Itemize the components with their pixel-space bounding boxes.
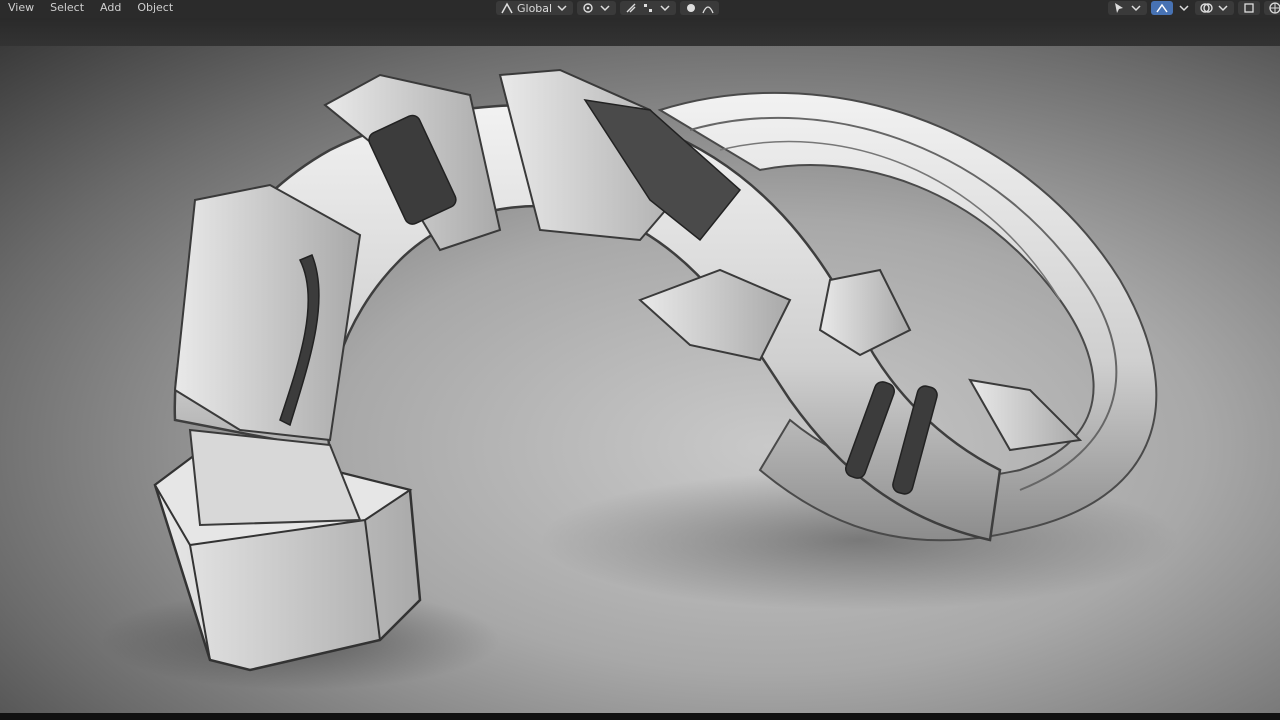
- xray-icon: [1244, 3, 1254, 13]
- scene-render: [100, 68, 1180, 690]
- falloff-curve-icon: [702, 6, 714, 14]
- viewport-shading-icon: [1269, 2, 1280, 14]
- arch-band: [173, 183, 362, 442]
- tool-settings-strip: [0, 18, 1280, 46]
- snap-icon: [626, 3, 636, 13]
- arch-end-cap: [188, 428, 362, 527]
- transform-orientation-dropdown[interactable]: Global: [496, 1, 574, 15]
- viewport-bottom-edge: [0, 713, 1280, 720]
- pivot-point-dropdown[interactable]: [577, 1, 617, 15]
- menu-select[interactable]: Select: [50, 1, 84, 15]
- menu-view[interactable]: View: [8, 1, 34, 15]
- right-tools: [1108, 0, 1280, 16]
- proportional-editing-toggle[interactable]: [680, 1, 720, 15]
- menu-object[interactable]: Object: [137, 1, 173, 15]
- pivot-point-icon: [583, 3, 593, 13]
- header-menu: View Select Add Object: [8, 1, 173, 15]
- viewport-header: View Select Add Object Global: [0, 0, 1280, 18]
- transform-orientation-icon: [501, 2, 513, 14]
- viewport-shading-button[interactable]: [1264, 1, 1280, 15]
- chevron-down-icon: [1218, 5, 1228, 12]
- chevron-down-icon: [600, 5, 610, 12]
- orientation-label: Global: [517, 1, 553, 15]
- gizmo-toggle[interactable]: [1151, 1, 1173, 15]
- menu-add[interactable]: Add: [100, 1, 121, 15]
- overlay-icon: [1200, 3, 1213, 13]
- chevron-down-icon[interactable]: [1177, 1, 1191, 15]
- selectability-icon: [1115, 3, 1123, 13]
- selectability-dropdown[interactable]: [1108, 1, 1147, 15]
- 3d-viewport[interactable]: [0, 46, 1280, 713]
- transform-tools: Global: [496, 0, 720, 16]
- snap-toggle[interactable]: [620, 1, 677, 15]
- arch-band: [968, 378, 1083, 452]
- overlay-toggle[interactable]: [1195, 1, 1234, 15]
- chevron-down-icon: [1131, 5, 1141, 12]
- gizmo-icon: [1156, 3, 1168, 13]
- chevron-down-icon: [557, 5, 567, 12]
- xray-toggle[interactable]: [1238, 1, 1260, 15]
- proportional-editing-icon: [687, 4, 696, 12]
- chevron-down-icon: [660, 5, 670, 12]
- falloff-icon: [644, 4, 653, 12]
